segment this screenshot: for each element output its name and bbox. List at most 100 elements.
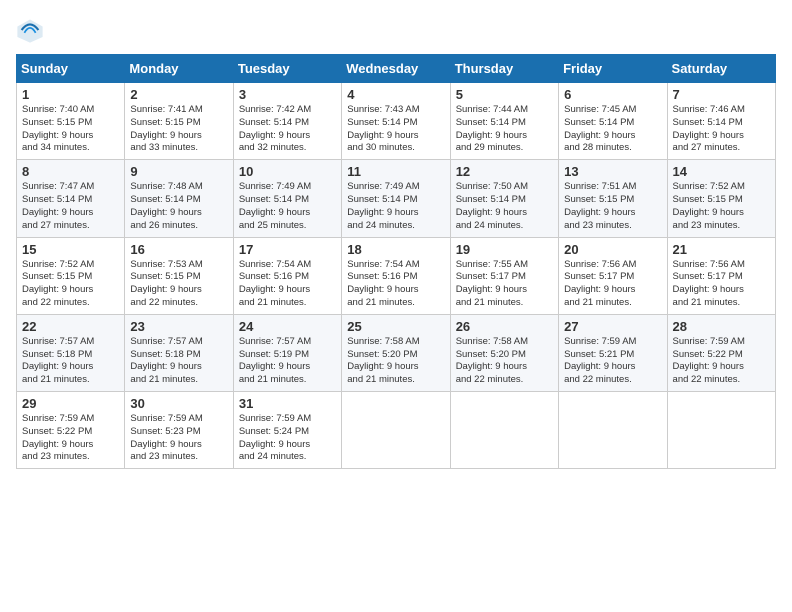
day-number: 30 [130, 396, 227, 411]
calendar-cell: 12 Sunrise: 7:50 AM Sunset: 5:14 PM Dayli… [450, 160, 558, 237]
day-number: 19 [456, 242, 553, 257]
day-number: 8 [22, 164, 119, 179]
logo [16, 16, 48, 44]
calendar-table: SundayMondayTuesdayWednesdayThursdayFrid… [16, 54, 776, 469]
calendar-cell: 1 Sunrise: 7:40 AM Sunset: 5:15 PM Daylig… [17, 83, 125, 160]
cell-content: Sunrise: 7:49 AM Sunset: 5:14 PM Dayligh… [239, 181, 336, 232]
calendar-cell [450, 392, 558, 469]
day-number: 6 [564, 87, 661, 102]
calendar-cell [342, 392, 450, 469]
day-number: 17 [239, 242, 336, 257]
calendar-cell: 25 Sunrise: 7:58 AM Sunset: 5:20 PM Dayli… [342, 314, 450, 391]
cell-content: Sunrise: 7:56 AM Sunset: 5:17 PM Dayligh… [564, 259, 661, 310]
calendar-cell: 20 Sunrise: 7:56 AM Sunset: 5:17 PM Dayli… [559, 237, 667, 314]
day-number: 24 [239, 319, 336, 334]
cell-content: Sunrise: 7:59 AM Sunset: 5:22 PM Dayligh… [673, 336, 770, 387]
calendar-cell: 3 Sunrise: 7:42 AM Sunset: 5:14 PM Daylig… [233, 83, 341, 160]
day-number: 5 [456, 87, 553, 102]
calendar-cell: 30Sunrise: 7:59 AM Sunset: 5:23 PM Dayli… [125, 392, 233, 469]
day-number: 23 [130, 319, 227, 334]
cell-content: Sunrise: 7:49 AM Sunset: 5:14 PM Dayligh… [347, 181, 444, 232]
cell-content: Sunrise: 7:43 AM Sunset: 5:14 PM Dayligh… [347, 104, 444, 155]
day-number: 25 [347, 319, 444, 334]
day-number: 14 [673, 164, 770, 179]
calendar-cell: 17 Sunrise: 7:54 AM Sunset: 5:16 PM Dayli… [233, 237, 341, 314]
calendar-cell: 26 Sunrise: 7:58 AM Sunset: 5:20 PM Dayli… [450, 314, 558, 391]
cell-content: Sunrise: 7:57 AM Sunset: 5:18 PM Dayligh… [130, 336, 227, 387]
cell-content: Sunrise: 7:50 AM Sunset: 5:14 PM Dayligh… [456, 181, 553, 232]
calendar-cell: 9 Sunrise: 7:48 AM Sunset: 5:14 PM Daylig… [125, 160, 233, 237]
calendar-cell: 21 Sunrise: 7:56 AM Sunset: 5:17 PM Dayli… [667, 237, 775, 314]
cell-content: Sunrise: 7:52 AM Sunset: 5:15 PM Dayligh… [673, 181, 770, 232]
day-number: 18 [347, 242, 444, 257]
calendar-cell: 4Sunrise: 7:43 AM Sunset: 5:14 PM Daylig… [342, 83, 450, 160]
calendar-cell: 16Sunrise: 7:53 AM Sunset: 5:15 PM Dayli… [125, 237, 233, 314]
calendar-cell: 10 Sunrise: 7:49 AM Sunset: 5:14 PM Dayli… [233, 160, 341, 237]
calendar-cell: 7 Sunrise: 7:46 AM Sunset: 5:14 PM Daylig… [667, 83, 775, 160]
calendar-cell: 22 Sunrise: 7:57 AM Sunset: 5:18 PM Dayli… [17, 314, 125, 391]
weekday-header-wednesday: Wednesday [342, 55, 450, 83]
weekday-header-thursday: Thursday [450, 55, 558, 83]
cell-content: Sunrise: 7:54 AM Sunset: 5:16 PM Dayligh… [239, 259, 336, 310]
calendar-cell: 11 Sunrise: 7:49 AM Sunset: 5:14 PM Dayli… [342, 160, 450, 237]
calendar-cell: 14 Sunrise: 7:52 AM Sunset: 5:15 PM Dayli… [667, 160, 775, 237]
cell-content: Sunrise: 7:56 AM Sunset: 5:17 PM Dayligh… [673, 259, 770, 310]
cell-content: Sunrise: 7:53 AM Sunset: 5:15 PM Dayligh… [130, 259, 227, 310]
calendar-week-1: 1 Sunrise: 7:40 AM Sunset: 5:15 PM Daylig… [17, 83, 776, 160]
day-number: 28 [673, 319, 770, 334]
day-number: 9 [130, 164, 227, 179]
cell-content: Sunrise: 7:48 AM Sunset: 5:14 PM Dayligh… [130, 181, 227, 232]
weekday-header-monday: Monday [125, 55, 233, 83]
calendar-cell: 8 Sunrise: 7:47 AM Sunset: 5:14 PM Daylig… [17, 160, 125, 237]
calendar-cell: 5 Sunrise: 7:44 AM Sunset: 5:14 PM Daylig… [450, 83, 558, 160]
day-number: 10 [239, 164, 336, 179]
cell-content: Sunrise: 7:57 AM Sunset: 5:19 PM Dayligh… [239, 336, 336, 387]
weekday-header-friday: Friday [559, 55, 667, 83]
cell-content: Sunrise: 7:45 AM Sunset: 5:14 PM Dayligh… [564, 104, 661, 155]
cell-content: Sunrise: 7:59 AM Sunset: 5:24 PM Dayligh… [239, 413, 336, 464]
logo-icon [16, 16, 44, 44]
day-number: 22 [22, 319, 119, 334]
day-number: 15 [22, 242, 119, 257]
cell-content: Sunrise: 7:40 AM Sunset: 5:15 PM Dayligh… [22, 104, 119, 155]
calendar-cell [559, 392, 667, 469]
day-number: 7 [673, 87, 770, 102]
calendar-cell: 28 Sunrise: 7:59 AM Sunset: 5:22 PM Dayli… [667, 314, 775, 391]
cell-content: Sunrise: 7:55 AM Sunset: 5:17 PM Dayligh… [456, 259, 553, 310]
calendar-cell: 27Sunrise: 7:59 AM Sunset: 5:21 PM Dayli… [559, 314, 667, 391]
cell-content: Sunrise: 7:46 AM Sunset: 5:14 PM Dayligh… [673, 104, 770, 155]
cell-content: Sunrise: 7:58 AM Sunset: 5:20 PM Dayligh… [347, 336, 444, 387]
calendar-cell: 13 Sunrise: 7:51 AM Sunset: 5:15 PM Dayli… [559, 160, 667, 237]
calendar-week-3: 15 Sunrise: 7:52 AM Sunset: 5:15 PM Dayli… [17, 237, 776, 314]
calendar-week-2: 8 Sunrise: 7:47 AM Sunset: 5:14 PM Daylig… [17, 160, 776, 237]
weekday-header-sunday: Sunday [17, 55, 125, 83]
day-number: 2 [130, 87, 227, 102]
day-number: 31 [239, 396, 336, 411]
cell-content: Sunrise: 7:57 AM Sunset: 5:18 PM Dayligh… [22, 336, 119, 387]
calendar-cell: 6 Sunrise: 7:45 AM Sunset: 5:14 PM Daylig… [559, 83, 667, 160]
calendar-cell: 18Sunrise: 7:54 AM Sunset: 5:16 PM Dayli… [342, 237, 450, 314]
calendar-cell: 15 Sunrise: 7:52 AM Sunset: 5:15 PM Dayli… [17, 237, 125, 314]
cell-content: Sunrise: 7:59 AM Sunset: 5:21 PM Dayligh… [564, 336, 661, 387]
cell-content: Sunrise: 7:52 AM Sunset: 5:15 PM Dayligh… [22, 259, 119, 310]
day-number: 3 [239, 87, 336, 102]
day-number: 26 [456, 319, 553, 334]
cell-content: Sunrise: 7:51 AM Sunset: 5:15 PM Dayligh… [564, 181, 661, 232]
day-number: 12 [456, 164, 553, 179]
cell-content: Sunrise: 7:44 AM Sunset: 5:14 PM Dayligh… [456, 104, 553, 155]
day-number: 11 [347, 164, 444, 179]
cell-content: Sunrise: 7:58 AM Sunset: 5:20 PM Dayligh… [456, 336, 553, 387]
cell-content: Sunrise: 7:41 AM Sunset: 5:15 PM Dayligh… [130, 104, 227, 155]
calendar-cell: 23 Sunrise: 7:57 AM Sunset: 5:18 PM Dayli… [125, 314, 233, 391]
day-number: 13 [564, 164, 661, 179]
calendar-cell: 31 Sunrise: 7:59 AM Sunset: 5:24 PM Dayli… [233, 392, 341, 469]
weekday-header-tuesday: Tuesday [233, 55, 341, 83]
day-number: 20 [564, 242, 661, 257]
cell-content: Sunrise: 7:47 AM Sunset: 5:14 PM Dayligh… [22, 181, 119, 232]
calendar-cell: 19 Sunrise: 7:55 AM Sunset: 5:17 PM Dayli… [450, 237, 558, 314]
day-number: 21 [673, 242, 770, 257]
cell-content: Sunrise: 7:42 AM Sunset: 5:14 PM Dayligh… [239, 104, 336, 155]
day-number: 1 [22, 87, 119, 102]
calendar-cell: 29Sunrise: 7:59 AM Sunset: 5:22 PM Dayli… [17, 392, 125, 469]
calendar-cell: 2 Sunrise: 7:41 AM Sunset: 5:15 PM Daylig… [125, 83, 233, 160]
